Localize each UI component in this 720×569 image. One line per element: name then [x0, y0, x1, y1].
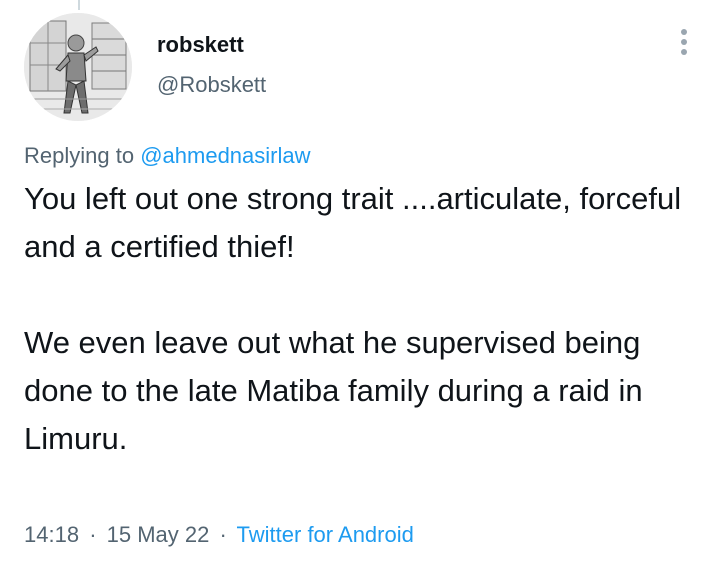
more-dot — [681, 39, 687, 45]
meta-separator: · — [89, 522, 97, 547]
tweet-paragraph: You left out one strong trait ....articu… — [24, 181, 682, 264]
tweet-text: You left out one strong trait ....articu… — [24, 175, 684, 463]
more-dot — [681, 49, 687, 55]
more-vertical-icon[interactable] — [678, 29, 690, 57]
tweet-source-link[interactable]: Twitter for Android — [237, 522, 414, 547]
replying-to-line: Replying to @ahmednasirlaw — [24, 141, 311, 171]
author-handle[interactable]: @Robskett — [157, 70, 266, 100]
tweet-time[interactable]: 14:18 — [24, 522, 79, 547]
avatar[interactable] — [24, 13, 132, 121]
avatar-image — [24, 13, 132, 121]
meta-separator: · — [219, 522, 227, 547]
tweet-metadata: 14:18 · 15 May 22 · Twitter for Android — [24, 520, 414, 550]
author-display-name[interactable]: robskett — [157, 30, 266, 60]
replying-to-user-link[interactable]: @ahmednasirlaw — [140, 143, 310, 168]
replying-to-prefix: Replying to — [24, 143, 135, 168]
thread-connector-line — [78, 0, 80, 10]
tweet-date[interactable]: 15 May 22 — [107, 522, 210, 547]
tweet-paragraph: We even leave out what he supervised bei… — [24, 325, 643, 456]
tweet-author: robskett @Robskett — [157, 30, 266, 100]
more-dot — [681, 29, 687, 35]
